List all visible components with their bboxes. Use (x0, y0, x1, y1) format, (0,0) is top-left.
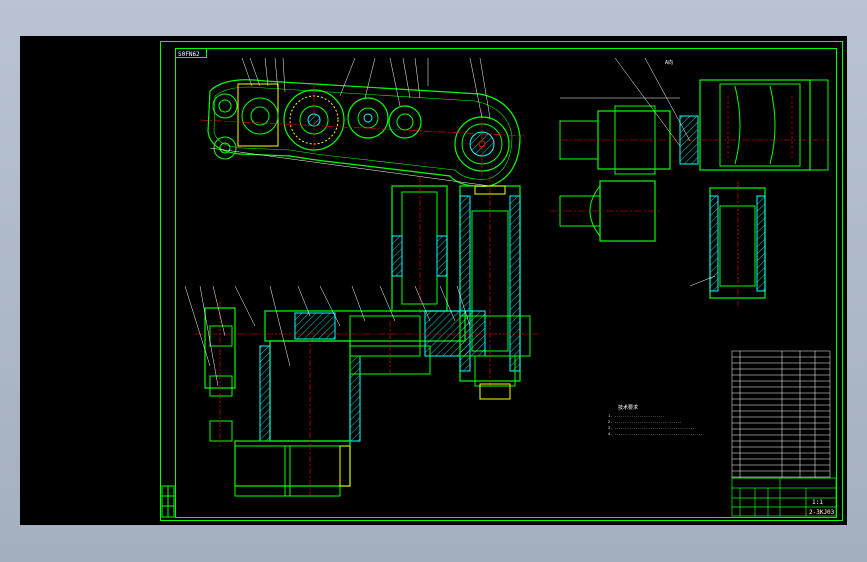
base-assembly-section (195, 301, 540, 497)
tech-req-line-4: 4. .....................................… (608, 432, 703, 436)
arm-top-view (199, 79, 526, 187)
parts-list (731, 350, 831, 479)
motor-side-view (559, 57, 830, 175)
cad-drawing: S0FN62 A向 技术要求 1. ......................… (160, 41, 843, 521)
title-block-scale: 1:1 (812, 499, 823, 506)
drawing-viewport[interactable]: S0FN62 A向 技术要求 1. ......................… (20, 36, 847, 525)
tech-req-line-2: 2. ................................ (608, 420, 682, 424)
tech-requirements-title: 技术要求 (618, 404, 638, 411)
left-edge-stamp (161, 485, 175, 518)
tech-req-line-1: 1. ........................ (608, 414, 665, 418)
title-block-drawing-number: 2-3KJ03 (809, 509, 835, 516)
corner-tag-label: S0FN62 (178, 51, 200, 58)
tech-req-line-3: 3. .....................................… (608, 426, 694, 430)
view-label: A向 (665, 59, 673, 66)
joint-section-right (689, 181, 766, 306)
leader-balloons-top (241, 57, 491, 119)
motor-end-view (550, 180, 660, 242)
tech-requirements: 技术要求 1. ........................ 2. ....… (608, 404, 703, 436)
